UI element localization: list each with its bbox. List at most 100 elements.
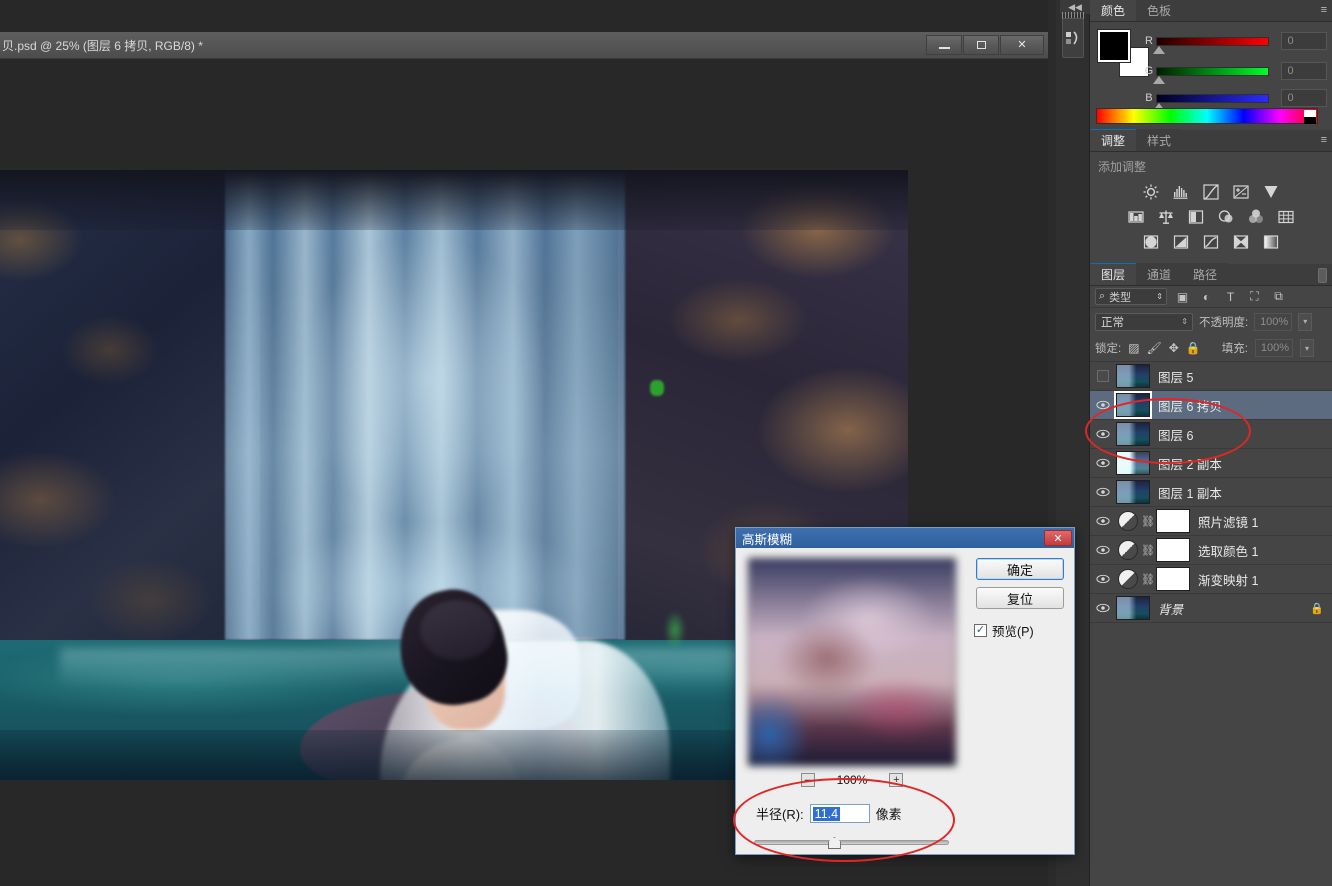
vibrance-icon[interactable] xyxy=(1260,182,1282,202)
minimize-button[interactable] xyxy=(926,35,962,55)
radius-slider-track[interactable] xyxy=(754,840,949,845)
preview-checkbox-row[interactable]: ✓ 预览(P) xyxy=(974,621,1034,640)
exposure-icon[interactable] xyxy=(1230,182,1252,202)
color-panel-menu-icon[interactable]: ≡ xyxy=(1321,4,1328,16)
radius-slider-thumb[interactable] xyxy=(827,837,841,849)
layer-visibility-toggle[interactable] xyxy=(1090,603,1116,613)
type-layer-icon[interactable]: T xyxy=(1222,290,1239,304)
opacity-dropdown-arrow[interactable]: ▾ xyxy=(1298,312,1313,331)
channel-mixer-icon[interactable] xyxy=(1245,207,1267,227)
link-mask-icon[interactable]: ⛓ xyxy=(1140,515,1156,528)
channel-r-value[interactable]: 0 xyxy=(1281,32,1327,50)
layer-visibility-toggle[interactable] xyxy=(1090,429,1116,439)
dialog-titlebar[interactable]: 高斯模糊 ✕ xyxy=(736,528,1074,548)
channel-g-value[interactable]: 0 xyxy=(1281,62,1327,80)
gaussian-blur-dialog[interactable]: 高斯模糊 ✕ – 100% + 确定 复位 ✓ 预览(P) 半径(R): 11.… xyxy=(735,527,1075,855)
channel-r-slider[interactable] xyxy=(1152,36,1270,54)
layer-name[interactable]: 图层 5 xyxy=(1158,367,1193,386)
foreground-color-swatch[interactable] xyxy=(1097,29,1131,63)
adjustment-layer-icon[interactable]: ◐ xyxy=(1198,290,1215,304)
layer-visibility-toggle[interactable] xyxy=(1090,574,1116,584)
channel-g-slider[interactable] xyxy=(1152,66,1270,84)
layer-thumbnail[interactable] xyxy=(1116,569,1140,589)
tab-channels[interactable]: 通道 xyxy=(1136,263,1183,285)
link-mask-icon[interactable]: ⛓ xyxy=(1140,573,1156,586)
document-titlebar[interactable]: 贝.psd @ 25% (图层 6 拷贝, RGB/8) * ✕ xyxy=(0,32,1048,59)
layer-mask-thumbnail[interactable] xyxy=(1156,567,1190,591)
layer-thumbnail[interactable] xyxy=(1116,596,1150,620)
close-button[interactable]: ✕ xyxy=(1000,35,1044,55)
levels-icon[interactable] xyxy=(1170,182,1192,202)
layer-thumbnail[interactable] xyxy=(1116,451,1150,475)
layer-thumbnail[interactable] xyxy=(1116,540,1140,560)
table-row[interactable]: 图层 6 xyxy=(1090,420,1332,449)
channel-b-value[interactable]: 0 xyxy=(1281,89,1327,107)
posterize-icon[interactable] xyxy=(1170,232,1192,252)
layer-name[interactable]: 图层 6 xyxy=(1158,425,1193,444)
tab-styles[interactable]: 样式 xyxy=(1136,129,1183,151)
pixel-layer-icon[interactable]: ▣ xyxy=(1174,290,1191,304)
radius-slider[interactable] xyxy=(754,835,949,849)
history-actions-icon[interactable] xyxy=(1062,18,1084,58)
layer-name[interactable]: 图层 2 副本 xyxy=(1158,454,1222,473)
layer-thumbnail[interactable] xyxy=(1116,422,1150,446)
layer-filter-type-select[interactable]: ⌕ 类型 ⇕ xyxy=(1095,288,1167,305)
layer-visibility-toggle[interactable] xyxy=(1090,458,1116,468)
table-row[interactable]: 图层 2 副本 xyxy=(1090,449,1332,478)
lock-transparency-icon[interactable]: ▨ xyxy=(1128,341,1139,355)
table-row[interactable]: 背景 🔒 xyxy=(1090,594,1332,623)
layer-visibility-toggle[interactable] xyxy=(1090,487,1116,497)
curves-icon[interactable] xyxy=(1200,182,1222,202)
lock-image-icon[interactable]: 🖌 xyxy=(1147,341,1162,355)
channel-b-slider[interactable] xyxy=(1152,93,1270,111)
layer-name[interactable]: 照片滤镜 1 xyxy=(1198,512,1258,531)
hue-saturation-icon[interactable] xyxy=(1125,207,1147,227)
table-row[interactable]: 图层 6 拷贝 xyxy=(1090,391,1332,420)
layer-visibility-toggle[interactable] xyxy=(1090,400,1116,410)
table-row[interactable]: 图层 1 副本 xyxy=(1090,478,1332,507)
radius-input[interactable]: 11.4 xyxy=(809,804,870,823)
blur-preview-thumbnail[interactable] xyxy=(748,558,956,766)
layer-filter-toggle[interactable] xyxy=(1318,268,1327,283)
lock-position-icon[interactable]: ✥ xyxy=(1169,341,1179,355)
black-white-icon[interactable] xyxy=(1185,207,1207,227)
threshold-icon[interactable] xyxy=(1200,232,1222,252)
reset-button[interactable]: 复位 xyxy=(976,587,1064,609)
layer-thumbnail[interactable] xyxy=(1116,364,1150,388)
spectrum-black-white-swatch[interactable] xyxy=(1304,110,1316,124)
layer-visibility-toggle[interactable] xyxy=(1090,370,1116,382)
ok-button[interactable]: 确定 xyxy=(976,558,1064,580)
layer-name[interactable]: 图层 6 拷贝 xyxy=(1158,396,1222,415)
tab-adjustments[interactable]: 调整 xyxy=(1090,129,1137,151)
selective-color-icon[interactable] xyxy=(1230,232,1252,252)
color-balance-icon[interactable] xyxy=(1155,207,1177,227)
layer-thumbnail[interactable] xyxy=(1116,480,1150,504)
restore-button[interactable] xyxy=(963,35,999,55)
fill-dropdown-arrow[interactable]: ▾ xyxy=(1300,339,1314,357)
shape-layer-icon[interactable]: ⛶ xyxy=(1246,289,1263,304)
layer-name[interactable]: 选取颜色 1 xyxy=(1198,541,1258,560)
layer-list[interactable]: 图层 5 图层 6 拷贝 图层 6 图层 2 副本 图层 1 副本 ⛓ 照片滤镜… xyxy=(1090,362,1332,623)
layer-name[interactable]: 图层 1 副本 xyxy=(1158,483,1222,502)
channel-r-thumb[interactable] xyxy=(1152,45,1165,54)
gradient-map-icon[interactable] xyxy=(1260,232,1282,252)
opacity-value[interactable]: 100% xyxy=(1254,312,1293,331)
tab-paths[interactable]: 路径 xyxy=(1182,263,1229,285)
zoom-in-button[interactable]: + xyxy=(889,773,904,787)
table-row[interactable]: ⛓ 渐变映射 1 xyxy=(1090,565,1332,594)
channel-g-thumb[interactable] xyxy=(1152,75,1165,84)
lock-all-icon[interactable]: 🔒 xyxy=(1186,341,1201,355)
adjustments-panel-menu-icon[interactable]: ≡ xyxy=(1321,134,1328,146)
layer-mask-thumbnail[interactable] xyxy=(1156,509,1190,533)
table-row[interactable]: ⛓ 照片滤镜 1 xyxy=(1090,507,1332,536)
link-mask-icon[interactable]: ⛓ xyxy=(1140,544,1156,557)
layer-thumbnail[interactable] xyxy=(1114,391,1152,419)
smart-object-icon[interactable]: ⧉ xyxy=(1270,289,1287,304)
fill-value[interactable]: 100% xyxy=(1255,339,1293,357)
color-lookup-icon[interactable] xyxy=(1275,207,1297,227)
photo-filter-icon[interactable] xyxy=(1215,207,1237,227)
table-row[interactable]: 图层 5 xyxy=(1090,362,1332,391)
table-row[interactable]: ⛓ 选取颜色 1 xyxy=(1090,536,1332,565)
layer-name[interactable]: 渐变映射 1 xyxy=(1198,570,1258,589)
color-spectrum-bar[interactable] xyxy=(1096,108,1318,124)
